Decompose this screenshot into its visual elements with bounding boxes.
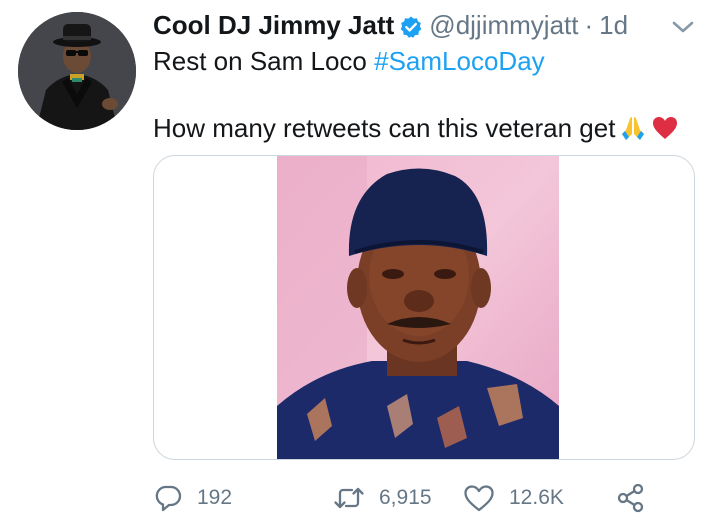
tweet: Cool DJ Jimmy Jatt @djjimmyjatt · 1d Res… (0, 0, 720, 526)
tweet-text-line-2: How many retweets can this veteran get (153, 111, 679, 145)
share-icon (615, 482, 647, 514)
share-button[interactable] (615, 482, 647, 514)
like-count: 12.6K (509, 486, 564, 509)
tweet-actions: 192 6,915 12.6K (153, 478, 647, 518)
folded-hands-emoji-icon (619, 114, 647, 142)
reply-count: 192 (197, 486, 233, 509)
reply-button[interactable]: 192 (153, 478, 333, 518)
tweet-photo[interactable] (277, 156, 559, 460)
hashtag-link[interactable]: #SamLocoDay (374, 46, 545, 76)
tweet-text: Rest on Sam Loco (153, 46, 375, 76)
separator-dot: · (584, 10, 594, 40)
verified-badge-icon (399, 13, 423, 38)
media-card[interactable] (153, 155, 695, 460)
timestamp[interactable]: 1d (599, 8, 628, 42)
user-handle[interactable]: @djjimmyjatt (429, 8, 578, 42)
heart-icon (463, 483, 495, 513)
tweet-text-line-1: Rest on Sam Loco #SamLocoDay (153, 44, 545, 78)
retweet-count: 6,915 (379, 486, 432, 509)
reply-icon (153, 483, 183, 513)
avatar[interactable] (18, 12, 136, 130)
tweet-header: Cool DJ Jimmy Jatt @djjimmyjatt · 1d (153, 8, 628, 42)
tweet-text-question: How many retweets can this veteran get (153, 113, 616, 143)
like-button[interactable]: 12.6K (463, 478, 615, 518)
red-heart-emoji-icon (651, 114, 679, 142)
chevron-down-icon[interactable] (670, 18, 696, 36)
display-name[interactable]: Cool DJ Jimmy Jatt (153, 8, 394, 42)
retweet-button[interactable]: 6,915 (333, 478, 463, 518)
retweet-icon (333, 483, 365, 513)
